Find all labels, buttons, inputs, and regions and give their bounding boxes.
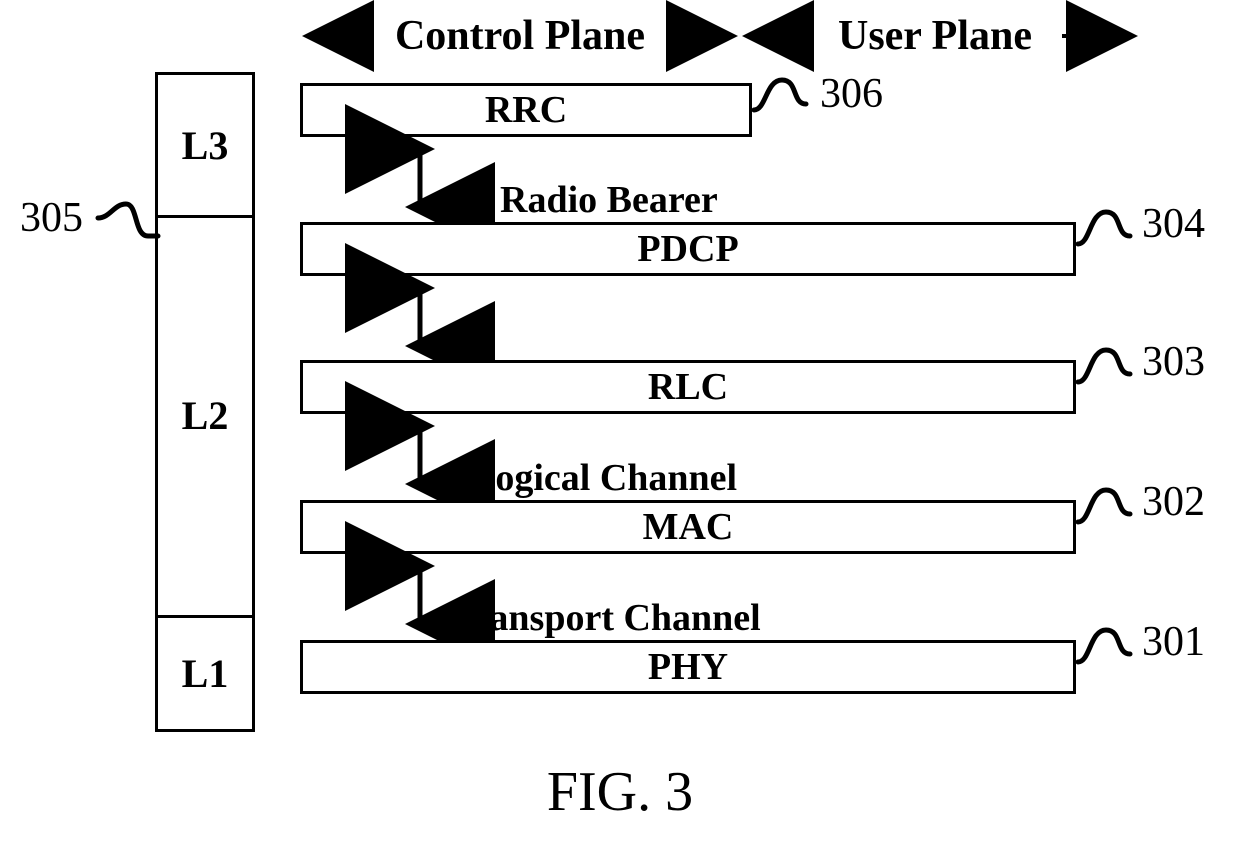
diagram-root: Control Plane User Plane L3 L2 L1 305 RR… bbox=[0, 0, 1240, 845]
ref-303-leader bbox=[1076, 342, 1146, 394]
layer-l2: L2 bbox=[158, 215, 252, 618]
rrc-block: RRC bbox=[300, 83, 752, 137]
layer-l3: L3 bbox=[158, 75, 252, 218]
ref-306-leader bbox=[752, 74, 822, 126]
mac-block: MAC bbox=[300, 500, 1076, 554]
pdcp-block: PDCP bbox=[300, 222, 1076, 276]
ref-301: 301 bbox=[1142, 618, 1205, 666]
rlc-block: RLC bbox=[300, 360, 1076, 414]
arrow-rlc-mac bbox=[400, 414, 440, 496]
label-logical-channel: Logical Channel bbox=[470, 456, 737, 500]
label-transport-channel: Transport Channel bbox=[450, 596, 761, 640]
layer-column: L3 L2 L1 bbox=[155, 72, 255, 732]
figure-caption: FIG. 3 bbox=[0, 760, 1240, 824]
ref-302-leader bbox=[1076, 482, 1146, 534]
ref-303: 303 bbox=[1142, 338, 1205, 386]
arrow-mac-phy bbox=[400, 554, 440, 636]
arrow-rrc-pdcp bbox=[400, 137, 440, 219]
ref-306: 306 bbox=[820, 70, 883, 118]
ref-302: 302 bbox=[1142, 478, 1205, 526]
user-plane-label: User Plane bbox=[810, 12, 1060, 60]
label-radio-bearer: Radio Bearer bbox=[500, 178, 718, 222]
ref-304-leader bbox=[1076, 204, 1146, 256]
layer-l1: L1 bbox=[158, 615, 252, 732]
ref-301-leader bbox=[1076, 622, 1146, 674]
ref-305: 305 bbox=[20, 194, 83, 242]
header-user-plane-group: User Plane bbox=[740, 8, 1140, 64]
ref-304: 304 bbox=[1142, 200, 1205, 248]
ref-305-leader bbox=[96, 200, 160, 248]
phy-block: PHY bbox=[300, 640, 1076, 694]
header-control-plane-group: Control Plane bbox=[300, 8, 740, 64]
control-plane-label: Control Plane bbox=[370, 12, 670, 60]
arrow-pdcp-rlc bbox=[400, 276, 440, 358]
